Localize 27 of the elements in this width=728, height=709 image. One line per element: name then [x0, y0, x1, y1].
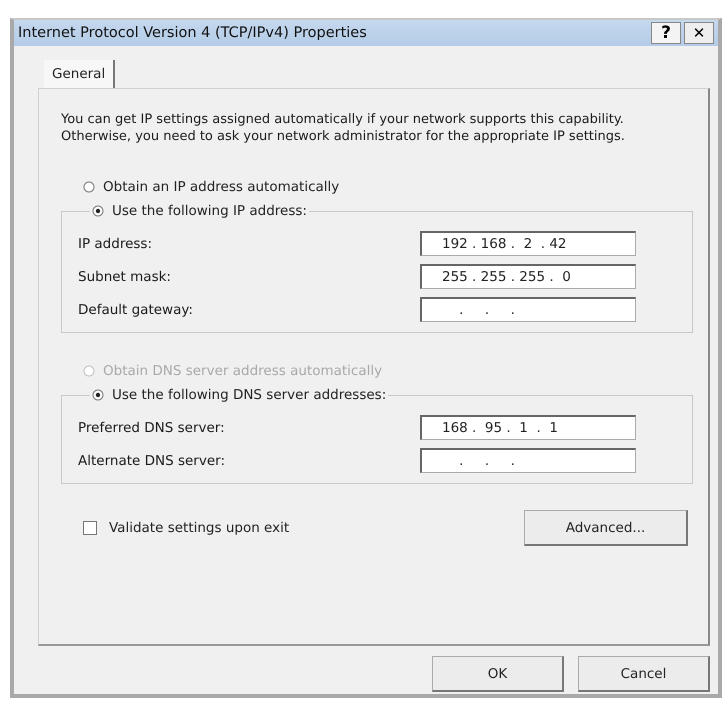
radio-icon	[92, 389, 104, 401]
field-label: Default gateway:	[78, 302, 193, 318]
ip-address-field[interactable]: 192 . 168 . 2 . 42	[420, 231, 636, 256]
field-label: IP address:	[78, 236, 152, 252]
close-button[interactable]: ✕	[684, 22, 714, 44]
window-title: Internet Protocol Version 4 (TCP/IPv4) Properties	[18, 25, 368, 41]
radio-button[interactable]: Use the following DNS server addresses:	[92, 387, 386, 403]
radio-button[interactable]: Obtain an IP address automatically	[83, 179, 688, 195]
radio-icon	[83, 365, 95, 377]
dialog-button[interactable]: Cancel	[578, 656, 710, 692]
radio-icon	[83, 181, 95, 193]
ip-address-field[interactable]: 168 . 95 . 1 . 1	[420, 415, 636, 440]
ip-address-field[interactable]: . . .	[420, 448, 636, 473]
ip-address-field[interactable]: . . .	[420, 297, 636, 322]
field-label: Preferred DNS server:	[78, 420, 225, 436]
dialog-button[interactable]: OK	[432, 656, 564, 692]
help-button[interactable]: ?	[651, 22, 681, 44]
radio-icon	[92, 205, 104, 217]
tab[interactable]: General	[44, 60, 116, 88]
field-label: Subnet mask:	[78, 268, 171, 284]
checkbox-icon	[83, 521, 97, 535]
radio-button[interactable]: Use the following IP address:	[92, 203, 307, 219]
description-text: You can get IP settings assigned automatically if your network supports this capability. Otherwise, you need to ask your network administrator for the appropriate IP settings.	[61, 111, 626, 145]
advanced-button[interactable]: Advanced...	[524, 510, 688, 546]
validate-checkbox[interactable]: Validate settings upon exit	[83, 520, 290, 536]
ip-address-field[interactable]: 255 . 255 . 255 . 0	[420, 264, 636, 289]
field-label: Alternate DNS server:	[78, 452, 226, 468]
